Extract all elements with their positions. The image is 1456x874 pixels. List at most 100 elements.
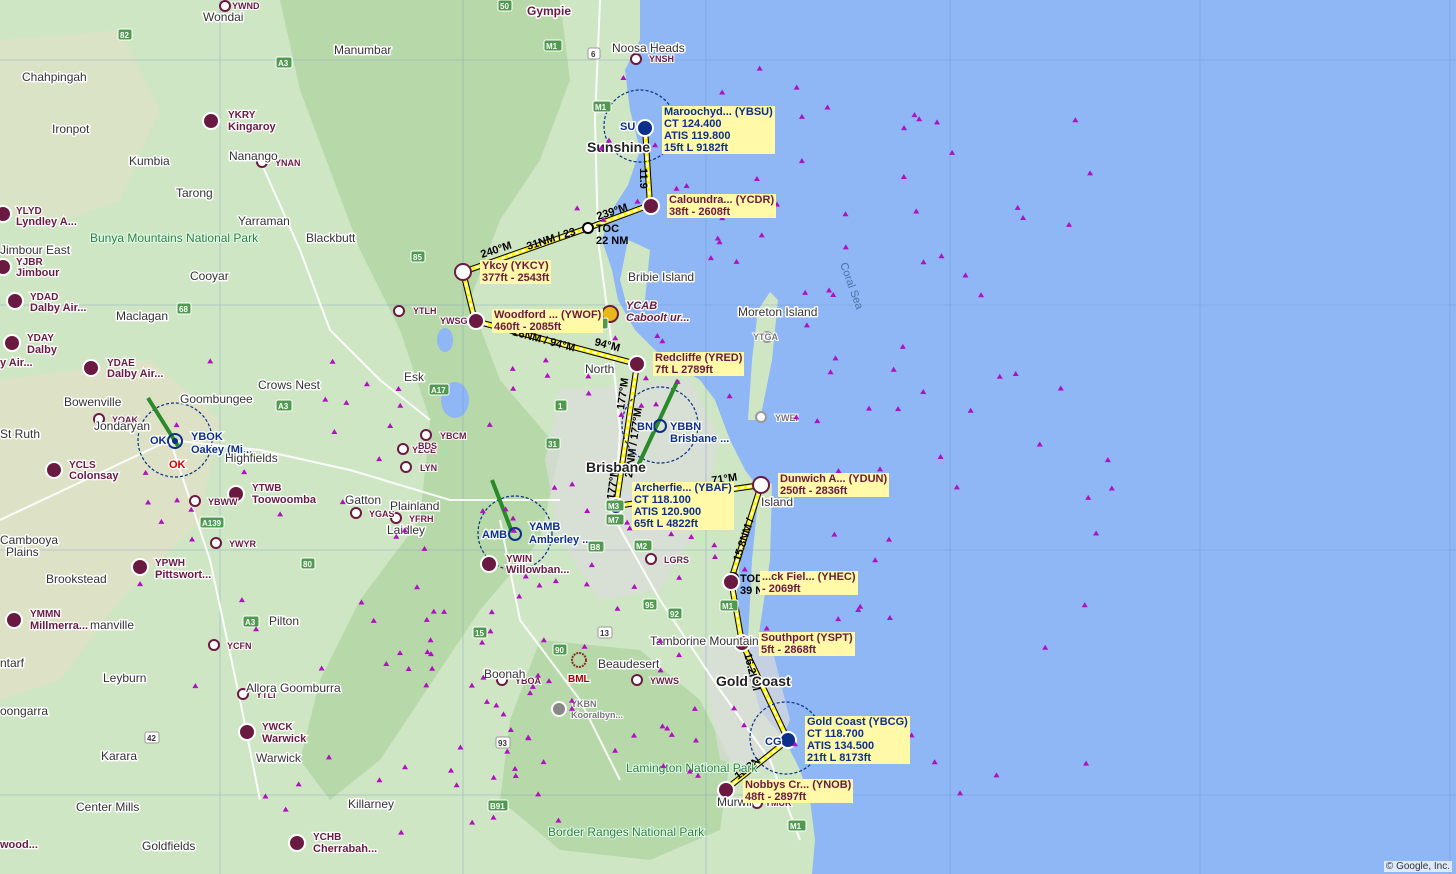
yhec-info-tag[interactable]: ...ck Fiel... (YHEC) - 2069ft	[760, 571, 858, 595]
airport-name: Lyndley A...	[16, 216, 77, 228]
ymmn-icon[interactable]	[5, 611, 23, 629]
place-label: Tarong	[176, 186, 213, 200]
ylyd-icon[interactable]	[0, 205, 12, 223]
place-label: Cooyar	[190, 269, 229, 283]
small-field[interactable]	[208, 639, 220, 651]
ybsu-code: SU	[620, 121, 635, 133]
ybcg-info-tag[interactable]: Gold Coast (YBCG) CT 118.700 ATIS 134.50…	[805, 716, 910, 764]
lake-somerset	[437, 328, 453, 352]
tag-line: - 2069ft	[762, 583, 801, 595]
leg-label: 11.9	[637, 168, 649, 189]
road-number: 31	[548, 440, 557, 449]
tag-line: Ykcy (YKCY)	[482, 260, 549, 272]
place-label: Highfields	[225, 451, 278, 465]
small-field[interactable]	[393, 305, 405, 317]
airport-code: YWCK	[262, 722, 293, 733]
ydae-icon[interactable]	[82, 359, 100, 377]
ypwh-icon[interactable]	[131, 558, 149, 576]
yhec-icon[interactable]	[722, 573, 740, 591]
small-field-code: YCFN	[227, 641, 252, 651]
road-number: 93	[498, 739, 507, 748]
place-label: Nanango	[229, 149, 278, 163]
ybcg-code: CG	[765, 736, 782, 748]
road-number: A3	[278, 402, 289, 411]
road-number: 50	[500, 2, 509, 11]
place-label: Plainland	[390, 499, 439, 513]
tag-line: Maroochyd... (YBSU)	[664, 106, 773, 118]
place-label: Leyburn	[103, 671, 146, 685]
airport-code: YBOK	[191, 431, 223, 443]
ywin-icon[interactable]	[480, 555, 498, 573]
airport-code: YPWH	[155, 558, 185, 569]
yday-icon[interactable]	[3, 334, 21, 352]
ywck-icon[interactable]	[238, 723, 256, 741]
road-number: A3	[245, 618, 256, 627]
ykry-icon[interactable]	[202, 112, 220, 130]
ychb-icon[interactable]	[288, 834, 306, 852]
yred-info-tag[interactable]: Redcliffe (YRED) 7ft L 2789ft	[653, 352, 745, 376]
airport-name: Kooralbyn...	[571, 710, 623, 720]
place-label: Tamborine Mountain	[650, 634, 759, 648]
small-field[interactable]	[630, 53, 642, 65]
ywof-info-tag[interactable]: Woodford ... (YWOF) 460ft - 2085ft	[492, 309, 604, 333]
small-field[interactable]	[397, 443, 409, 455]
place-label: St Ruth	[0, 427, 40, 441]
road-number: M1	[722, 602, 734, 611]
small-field[interactable]	[400, 461, 412, 473]
small-field[interactable]	[645, 553, 657, 565]
ycls-icon[interactable]	[45, 461, 63, 479]
ykcy-icon[interactable]	[454, 263, 472, 281]
ydun-info-tag[interactable]: Dunwich A... (YDUN) 250ft - 2836ft	[778, 473, 890, 497]
ybaf-info-tag[interactable]: Archerfie... (YBAF) CT 118.100 ATIS 120.…	[632, 482, 734, 530]
airport-code: YCHB	[313, 832, 341, 843]
yred-icon[interactable]	[628, 355, 646, 373]
place-label: Goldfields	[142, 839, 195, 853]
airport-name: wood...	[0, 839, 38, 851]
bml-label: BML	[568, 674, 590, 685]
road-number: 13	[600, 629, 609, 638]
tag-line: 377ft - 2543ft	[482, 272, 550, 284]
yspt-info-tag[interactable]: Southport (YSPT) 5ft - 2868ft	[759, 632, 855, 656]
airport-name: Kingaroy	[228, 121, 277, 133]
ykbn-icon[interactable]	[551, 701, 567, 717]
road-number: 42	[147, 734, 156, 743]
tag-line: CT 124.400	[664, 118, 722, 130]
ykcy-info-tag[interactable]: Ykcy (YKCY) 377ft - 2543ft	[480, 260, 552, 284]
small-field-code: YBCM	[440, 431, 467, 441]
place-label: Plains	[6, 545, 39, 559]
place-label: Noosa Heads	[612, 41, 685, 55]
place-label: Beaudesert	[598, 657, 660, 671]
airport-code: YDAY	[27, 333, 54, 344]
park-label: Bunya Mountains National Park	[90, 231, 259, 245]
small-field[interactable]	[420, 429, 432, 441]
tag-line: ...ck Fiel... (YHEC)	[762, 571, 856, 583]
road-number: M1	[790, 822, 802, 831]
park-label: Border Ranges National Park	[548, 825, 705, 839]
yjbr-icon[interactable]	[0, 258, 12, 276]
tag-line: 5ft - 2868ft	[761, 644, 817, 656]
small-field[interactable]	[189, 495, 201, 507]
road-number: 82	[120, 31, 129, 40]
yamb-code: AMB	[482, 529, 507, 541]
small-field[interactable]	[631, 674, 643, 686]
place-label: Kumbia	[129, 154, 170, 168]
ynob-info-tag[interactable]: Nobbys Cr... (YNOB) 48ft - 2897ft	[743, 779, 854, 803]
tag-line: ATIS 120.900	[634, 506, 702, 518]
place-label: Killarney	[348, 797, 394, 811]
road-number: A3	[278, 59, 289, 68]
ydun-icon[interactable]	[752, 476, 770, 494]
ycdr-icon[interactable]	[642, 197, 660, 215]
place-label: Manumbar	[334, 43, 391, 57]
small-field[interactable]	[350, 507, 362, 519]
ybsu-info-tag[interactable]: Maroochyd... (YBSU) CT 124.400 ATIS 119.…	[662, 106, 775, 154]
road-number: 92	[670, 610, 679, 619]
ycdr-info-tag[interactable]: Caloundra... (YCDR) 38ft - 2608ft	[667, 194, 777, 218]
airport-name: Colonsay	[69, 470, 119, 482]
small-field[interactable]	[210, 537, 222, 549]
tag-line: Southport (YSPT)	[761, 632, 853, 644]
ydad-icon[interactable]	[6, 292, 24, 310]
airport-code: YKRY	[228, 110, 256, 121]
small-field[interactable]	[755, 411, 767, 423]
ywof-icon[interactable]	[467, 312, 485, 330]
small-field-code: BDS	[418, 441, 437, 451]
